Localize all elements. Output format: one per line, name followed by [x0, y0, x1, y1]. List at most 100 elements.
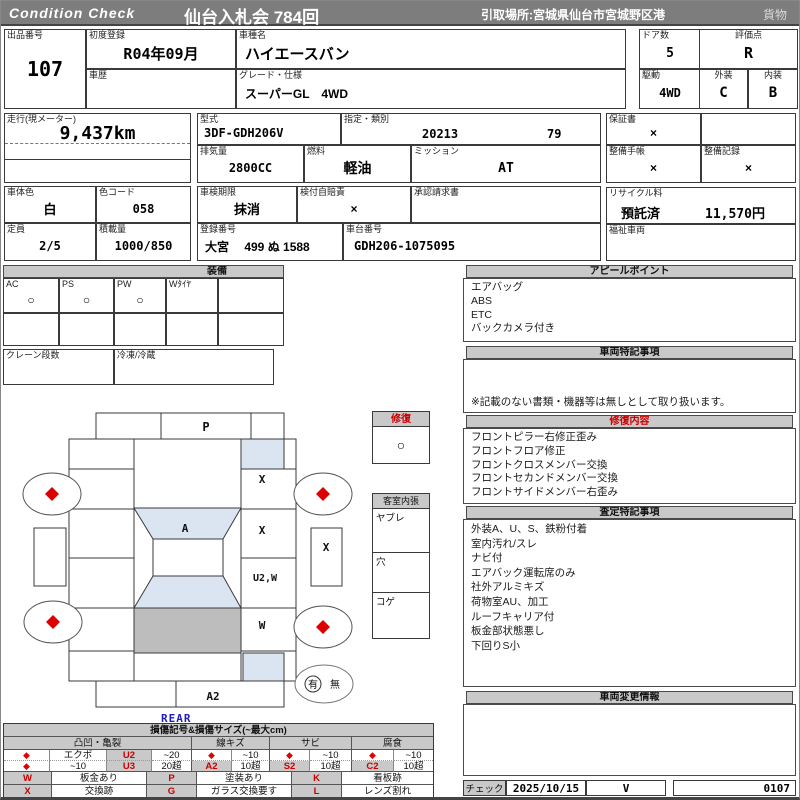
legend-cell: 10超: [232, 761, 270, 772]
brand-logo: Condition Check: [9, 5, 136, 21]
right-front-shaded: [240, 438, 285, 470]
repair-indicator: 修復 ○: [372, 411, 430, 464]
warranty-extra: [701, 113, 796, 145]
solid-divider: [5, 159, 190, 160]
exterior-score: 外装 C: [699, 69, 748, 109]
legend-cell: 10超: [310, 761, 352, 772]
legend-cell: ~10: [310, 750, 352, 761]
legend-symbol-code: L: [292, 785, 342, 797]
body-color: 車体色 白: [4, 186, 96, 223]
legend-symbol-desc: ガラス交換要す: [197, 785, 292, 797]
legend-symbol-code: W: [4, 772, 52, 785]
legend-cell: ~10: [232, 750, 270, 761]
repair-line: フロントピラー右修正歪み: [471, 431, 597, 443]
spare-yes: 有: [308, 678, 318, 691]
plate-number: 登録番号 大宮 499 ぬ 1588: [197, 223, 343, 261]
header-bar: Condition Check 仙台入札会 784回 引取場所:宮城県仙台市宮城…: [1, 1, 799, 27]
capacity: 定員 2/5: [4, 223, 96, 261]
assessment-line: ルーフキャリア付: [471, 610, 555, 623]
mark-right-lower: U2,W: [253, 573, 278, 584]
cabin-lining-row: コゲ: [376, 597, 396, 608]
equipment-cell-ps: PS ○: [59, 278, 114, 313]
vehicle-notes-text: ※記載のない書類・機器等は無しとして取り扱います。: [471, 396, 731, 409]
assessment-line: 荷物室AU、加工: [471, 595, 549, 608]
pickup-location: 引取場所:宮城県仙台市宮城野区港: [481, 8, 665, 22]
assessment-line: 板金部状態悪し: [471, 625, 545, 638]
legend-cell: エクボ: [50, 750, 107, 761]
legend-group-dent: 凸凹・亀裂: [4, 737, 192, 750]
assessment-line: 下回りS小: [471, 639, 521, 652]
vehicle-history: 車歴: [86, 69, 236, 109]
grade-score: 評価点 R: [699, 29, 798, 69]
chassis-number: 車台番号 GDH206-1075095: [343, 223, 601, 261]
equipment-cell-wtire: Wﾀｲﾔ: [166, 278, 218, 313]
dashed-divider: [5, 143, 190, 144]
check-label: チェック: [463, 780, 506, 796]
interior-score: 内装 B: [748, 69, 798, 109]
assessment-line: 室内汚れ/スレ: [471, 537, 537, 550]
equipment-cell-empty: [3, 313, 59, 346]
legend-symbol-desc: レンズ割れ: [363, 786, 412, 797]
assessment-line: 外装A、U、S、鉄粉付着: [471, 523, 588, 535]
equipment-header: 装備: [3, 265, 284, 278]
damage-legend: 損傷記号&損傷サイズ(~最大cm) 凸凹・亀裂 線キズ サビ 腐食 ◆ エクボ …: [3, 723, 434, 797]
mark-rear-bumper: A2: [206, 690, 219, 703]
vehicle-notes-header: 車両特記事項: [466, 346, 793, 359]
color-code: 色コード 058: [96, 186, 191, 223]
right-door: [310, 527, 343, 587]
cargo-floor: [133, 607, 242, 654]
sheet-code: 0107: [673, 780, 796, 796]
equipment-cell-empty: [166, 313, 218, 346]
lot-number-value: 107: [26, 57, 64, 81]
legend-cell: ~20: [152, 750, 192, 761]
approval-request: 承認請求書: [411, 186, 601, 223]
mark-right-rear: W: [259, 619, 266, 632]
legend-group-scratch: 線キズ: [192, 737, 270, 750]
legend-cell: A2: [192, 761, 232, 772]
mileage: 走行(現メーター) 9,437km: [4, 113, 191, 183]
grade-spec: グレード・仕様 スーパーGL 4WD: [236, 69, 626, 109]
inspection-expiry: 車検期限 抹消: [197, 186, 297, 223]
cabin-lining-header: 客室内張: [373, 494, 429, 509]
insurance: 検付自賠責 ×: [297, 186, 411, 223]
first-registration: 初度登録 R04年09月: [86, 29, 236, 69]
mark-right-upper: X: [259, 524, 266, 537]
equipment-cell-empty: [114, 313, 166, 346]
appeal-points-header: アピールポイント: [466, 265, 793, 278]
spare-tire-indicator: [294, 664, 354, 704]
legend-cell: ~10: [50, 761, 107, 772]
cabin-lining-row: 穴: [373, 553, 429, 593]
vehicle-notes: ※記載のない書類・機器等は無しとして取り扱います。: [463, 359, 796, 413]
appeal-line: ETC: [471, 308, 492, 321]
appeal-points: エアバッグ ABS ETC バックカメラ付き: [463, 278, 796, 342]
recycle-fee: リサイクル料 預託済 11,570円: [606, 187, 796, 224]
mark-windshield: A: [182, 522, 189, 535]
assessment-line: エアバック運転席のみ: [471, 566, 576, 579]
repair-details: フロントピラー右修正歪み フロントフロア修正 フロントクロスメンバー交換 フロン…: [463, 428, 796, 504]
legend-symbol-code: K: [292, 772, 342, 785]
repair-line: フロントセカンドメンバー交換: [471, 472, 618, 485]
vehicle-category: 貨物: [763, 8, 788, 22]
legend-cell: 20超: [152, 761, 192, 772]
welfare-vehicle: 福祉車両: [606, 224, 796, 261]
mark-right-door: X: [323, 541, 330, 554]
legend-symbol-desc: 看板跡: [342, 772, 433, 785]
drive-type: 駆動 4WD: [639, 69, 701, 109]
mark-front-bumper: P: [202, 420, 209, 434]
mark-right-front: X: [259, 473, 266, 486]
appeal-line: エアバッグ: [471, 281, 524, 293]
legend-group-rust: サビ: [270, 737, 352, 750]
legend-title: 損傷記号&損傷サイズ(~最大cm): [4, 724, 433, 737]
reefer: 冷凍/冷蔵: [114, 349, 274, 385]
auction-title: 仙台入札会 784回: [184, 8, 320, 27]
cabin-lining-row: ヤブレ: [373, 509, 429, 553]
equipment-cell-extra: [218, 278, 284, 313]
legend-cell: ◆: [4, 750, 50, 761]
legend-cell: U2: [107, 750, 152, 761]
legend-cell: ◆: [270, 750, 310, 761]
legend-symbol-desc: 交換跡: [52, 785, 147, 797]
check-date: 2025/10/15: [506, 780, 586, 796]
rear-bumper: [95, 680, 285, 708]
fuel-type: 燃料 軽油: [304, 145, 411, 183]
warranty: 保証書 ×: [606, 113, 701, 145]
